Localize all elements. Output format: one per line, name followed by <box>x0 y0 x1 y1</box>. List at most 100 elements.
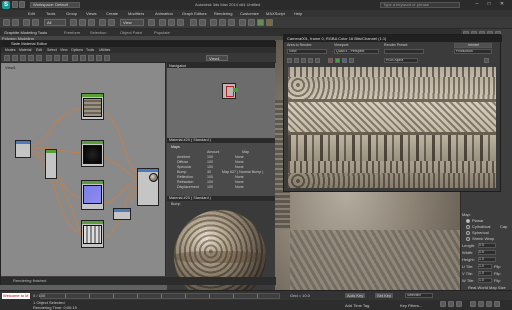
pan-icon[interactable] <box>478 301 484 307</box>
sme-move-children-icon[interactable] <box>46 55 52 61</box>
key-filter-select[interactable]: Selected <box>405 293 433 298</box>
menu-maxscript[interactable]: MAXScript <box>266 11 285 16</box>
menu-views[interactable]: Views <box>86 11 97 16</box>
prop-diffuse-map[interactable]: None <box>235 160 244 164</box>
prop-specular-map[interactable]: None <box>235 165 244 169</box>
sme-view-select[interactable]: View1 <box>206 55 228 61</box>
maximize-viewport-icon[interactable] <box>494 301 500 307</box>
cp-utile-field[interactable]: 1.0 <box>478 264 492 269</box>
auto-key-button[interactable]: Auto Key <box>345 293 366 298</box>
cp-spherical-radio[interactable] <box>466 231 470 235</box>
sme-background-icon[interactable] <box>62 55 68 61</box>
maximize-button[interactable]: □ <box>484 1 494 8</box>
rfw-viewport-select[interactable]: Quad 4 - Perspect <box>334 49 379 54</box>
cp-flip-u[interactable]: Flip <box>494 264 500 269</box>
quick-access-open-icon[interactable] <box>19 1 25 8</box>
prop-ambient-map[interactable]: None <box>235 155 244 159</box>
align-icon[interactable] <box>199 19 206 26</box>
tab-selection[interactable]: Selection <box>90 30 106 35</box>
prop-reflection-amount[interactable]: 100 <box>207 175 213 179</box>
bitmap-node-input[interactable] <box>15 140 31 158</box>
render-production-icon[interactable] <box>266 19 273 26</box>
menu-group[interactable]: Group <box>66 11 77 16</box>
tab-populate[interactable]: Populate <box>154 30 170 35</box>
prop-diffuse-amount[interactable]: 100 <box>207 160 213 164</box>
menu-animation[interactable]: Animation <box>155 11 173 16</box>
play-icon[interactable] <box>448 301 454 307</box>
maxscript-listener[interactable]: Welcome to M <box>2 293 30 299</box>
diffuse-map-node[interactable] <box>81 93 104 120</box>
search-input[interactable]: Type a keyword or phrase <box>380 2 460 8</box>
key-filters-button[interactable]: Key Filters... <box>400 303 422 308</box>
select-by-name-icon[interactable] <box>79 19 86 26</box>
sme-menu-edit[interactable]: Edit <box>36 48 42 52</box>
navigator-panel[interactable]: Navigator <box>167 63 275 138</box>
redo-icon[interactable] <box>12 19 19 26</box>
sme-show-map-icon[interactable] <box>54 55 60 61</box>
rfw-clone-icon[interactable] <box>301 58 306 63</box>
sme-menu-options[interactable]: Options <box>71 48 83 52</box>
app-logo-icon[interactable]: S <box>2 1 10 9</box>
cp-wtile-field[interactable]: 1.0 <box>478 278 492 283</box>
node-view[interactable]: View1 <box>1 63 166 276</box>
rfw-blue-channel-icon[interactable] <box>342 58 347 63</box>
add-time-tag-button[interactable]: Add Time Tag <box>345 303 369 308</box>
sme-assign-icon[interactable] <box>28 55 34 61</box>
cp-width-field[interactable]: 0.5 <box>478 250 496 255</box>
rfw-channel-select[interactable]: RGB Alpha <box>384 58 418 63</box>
sme-param-editor-icon[interactable] <box>96 55 102 61</box>
props-rollout-maps[interactable]: Maps <box>171 145 180 149</box>
displacement-map-node[interactable] <box>81 220 104 248</box>
menu-modifiers[interactable]: Modifiers <box>128 11 144 16</box>
play-forward-icon[interactable] <box>456 301 462 307</box>
render-setup-icon[interactable] <box>248 19 255 26</box>
preview-rollout-bump[interactable]: Bump <box>171 202 180 206</box>
cp-planar-radio[interactable] <box>466 219 470 223</box>
tab-object-paint[interactable]: Object Paint <box>120 30 142 35</box>
reference-coord-select[interactable]: View <box>120 19 144 26</box>
uvw-node[interactable] <box>45 149 57 179</box>
rfw-print-icon[interactable] <box>308 58 313 63</box>
menu-graph-editors[interactable]: Graph Editors <box>182 11 207 16</box>
rfw-save-icon[interactable] <box>287 58 292 63</box>
play-back-icon[interactable] <box>440 301 446 307</box>
cp-height-field[interactable]: 1.0 <box>478 257 496 262</box>
prop-bump-map[interactable]: Map #27 ( Normal Bump ) <box>222 170 263 174</box>
cp-length-field[interactable]: 0.5 <box>478 243 496 248</box>
normal-bump-sub-node[interactable] <box>113 208 131 220</box>
rfw-copy-icon[interactable] <box>294 58 299 63</box>
sme-select-icon[interactable] <box>4 55 10 61</box>
prop-displacement-amount[interactable]: 100 <box>207 185 213 189</box>
rfw-alpha-icon[interactable] <box>349 58 354 63</box>
rfw-red-channel-icon[interactable] <box>328 58 333 63</box>
cp-flip-v[interactable]: Flip <box>494 271 500 276</box>
sme-menu-material[interactable]: Material <box>19 48 31 52</box>
prop-refraction-amount[interactable]: 100 <box>207 180 213 184</box>
cp-vtile-field[interactable]: 1.0 <box>478 271 492 276</box>
workspace-select[interactable]: Workspace: Default <box>30 2 80 8</box>
sme-navigator-icon[interactable] <box>104 55 110 61</box>
cp-cylindrical-radio[interactable] <box>466 225 470 229</box>
menu-edit[interactable]: Edit <box>28 11 35 16</box>
normal-bump-node[interactable] <box>81 180 104 210</box>
sme-menu-tools[interactable]: Tools <box>86 48 94 52</box>
pivot-icon[interactable] <box>148 19 155 26</box>
minimize-button[interactable]: – <box>472 1 482 8</box>
prop-refraction-map[interactable]: None <box>235 180 244 184</box>
mirror-icon[interactable] <box>190 19 197 26</box>
unlink-icon[interactable] <box>32 19 39 26</box>
sme-menu-select[interactable]: Select <box>47 48 57 52</box>
zoom-icon[interactable] <box>470 301 476 307</box>
move-icon[interactable] <box>99 19 106 26</box>
angle-snap-icon[interactable] <box>168 19 175 26</box>
prop-bump-amount[interactable]: 30 <box>207 170 211 174</box>
sme-menu-utilities[interactable]: Utilities <box>99 48 110 52</box>
undo-icon[interactable] <box>3 19 10 26</box>
specular-map-node[interactable] <box>81 140 104 167</box>
prop-ambient-amount[interactable]: 100 <box>207 155 213 159</box>
render-frame-icon[interactable] <box>257 19 264 26</box>
percent-snap-icon[interactable] <box>177 19 184 26</box>
material-editor-icon[interactable] <box>239 19 246 26</box>
menu-tools[interactable]: Tools <box>46 11 55 16</box>
select-icon[interactable] <box>70 19 77 26</box>
